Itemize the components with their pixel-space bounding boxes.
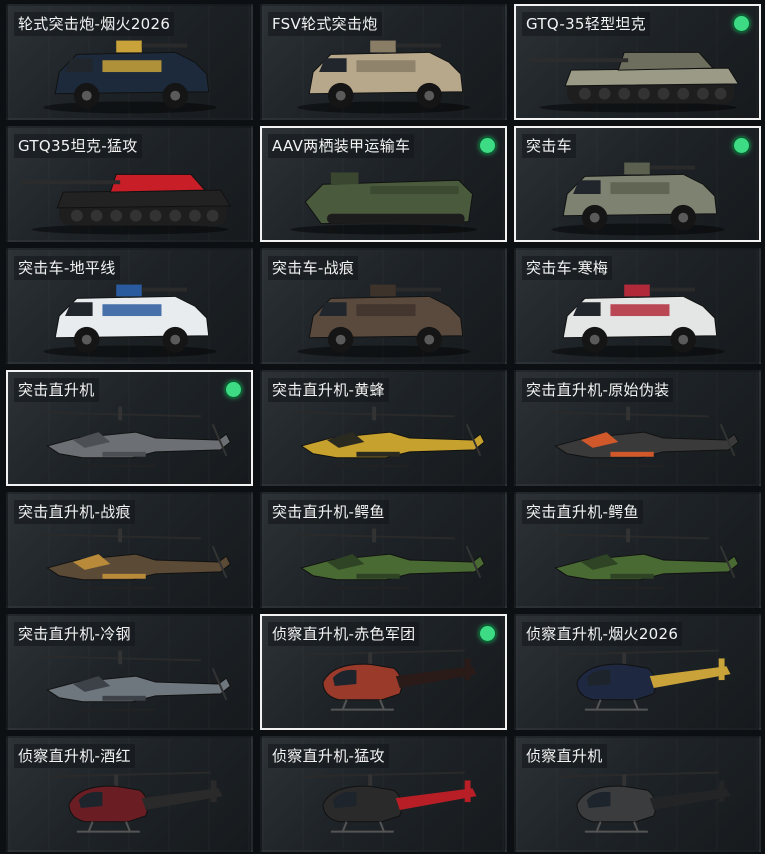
vehicle-card-8[interactable]: 突击车-战痕	[260, 248, 507, 364]
vehicle-name: 轮式突击炮-烟火2026	[14, 12, 175, 36]
vehicle-image	[43, 406, 231, 467]
vehicle-card-1[interactable]: 轮式突击炮-烟火2026	[6, 4, 253, 120]
vehicle-image	[551, 528, 739, 589]
vehicle-name: 侦察直升机-烟火2026	[522, 622, 683, 646]
vehicle-skin-grid: 轮式突击炮-烟火2026 FSV轮式突击炮 GTQ-35轻型坦克 GTQ35坦克…	[6, 4, 761, 852]
vehicle-card-19[interactable]: 侦察直升机-酒红	[6, 736, 253, 852]
vehicle-card-15[interactable]: 突击直升机-鳄鱼	[514, 492, 761, 608]
vehicle-card-4[interactable]: GTQ35坦克-猛攻	[6, 126, 253, 242]
equipped-indicator-icon	[226, 382, 241, 397]
vehicle-image	[551, 406, 739, 467]
vehicle-image	[297, 284, 471, 358]
vehicle-card-10[interactable]: 突击直升机	[6, 370, 253, 486]
vehicle-card-12[interactable]: 突击直升机-原始伪装	[514, 370, 761, 486]
vehicle-card-11[interactable]: 突击直升机-黄蜂	[260, 370, 507, 486]
vehicle-card-9[interactable]: 突击车-寒梅	[514, 248, 761, 364]
vehicle-name: 突击直升机-冷钢	[14, 622, 135, 646]
equipped-indicator-icon	[480, 138, 495, 153]
vehicle-name: AAV两栖装甲运输车	[268, 134, 415, 158]
vehicle-name: 突击车-寒梅	[522, 256, 613, 280]
vehicle-card-20[interactable]: 侦察直升机-猛攻	[260, 736, 507, 852]
vehicle-name: 突击直升机-鳄鱼	[522, 500, 643, 524]
vehicle-image	[49, 771, 223, 833]
vehicle-image	[303, 649, 477, 711]
vehicle-image	[297, 40, 471, 114]
vehicle-card-6[interactable]: 突击车	[514, 126, 761, 242]
equipped-indicator-icon	[734, 16, 749, 31]
vehicle-name: 突击直升机-战痕	[14, 500, 135, 524]
vehicle-image	[297, 528, 485, 589]
vehicle-image	[551, 162, 725, 236]
vehicle-name: 突击直升机-鳄鱼	[268, 500, 389, 524]
equipped-indicator-icon	[734, 138, 749, 153]
equipped-indicator-icon	[480, 626, 495, 641]
vehicle-name: 侦察直升机-猛攻	[268, 744, 389, 768]
vehicle-name: 突击直升机-黄蜂	[268, 378, 389, 402]
vehicle-card-16[interactable]: 突击直升机-冷钢	[6, 614, 253, 730]
vehicle-card-13[interactable]: 突击直升机-战痕	[6, 492, 253, 608]
vehicle-name: 突击直升机-原始伪装	[522, 378, 674, 402]
vehicle-name: 突击车-战痕	[268, 256, 359, 280]
vehicle-image	[21, 173, 232, 235]
vehicle-image	[290, 172, 478, 235]
vehicle-name: GTQ35坦克-猛攻	[14, 134, 142, 158]
vehicle-image	[297, 406, 485, 467]
vehicle-name: 突击车	[522, 134, 576, 158]
vehicle-name: 突击直升机	[14, 378, 99, 402]
vehicle-image	[43, 650, 231, 711]
vehicle-card-18[interactable]: 侦察直升机-烟火2026	[514, 614, 761, 730]
vehicle-image	[557, 771, 731, 833]
vehicle-card-2[interactable]: FSV轮式突击炮	[260, 4, 507, 120]
vehicle-image	[303, 771, 477, 833]
vehicle-card-5[interactable]: AAV两栖装甲运输车	[260, 126, 507, 242]
vehicle-card-7[interactable]: 突击车-地平线	[6, 248, 253, 364]
vehicle-image	[557, 649, 731, 711]
vehicle-name: FSV轮式突击炮	[268, 12, 382, 36]
vehicle-name: 突击车-地平线	[14, 256, 120, 280]
vehicle-image	[551, 284, 725, 358]
vehicle-card-3[interactable]: GTQ-35轻型坦克	[514, 4, 761, 120]
vehicle-name: 侦察直升机-赤色军团	[268, 622, 420, 646]
vehicle-name: 侦察直升机-酒红	[14, 744, 135, 768]
vehicle-image	[43, 284, 217, 358]
vehicle-name: GTQ-35轻型坦克	[522, 12, 650, 36]
vehicle-image	[43, 528, 231, 589]
vehicle-image	[529, 51, 740, 113]
vehicle-name: 侦察直升机	[522, 744, 607, 768]
vehicle-card-17[interactable]: 侦察直升机-赤色军团	[260, 614, 507, 730]
vehicle-card-21[interactable]: 侦察直升机	[514, 736, 761, 852]
vehicle-image	[43, 40, 217, 114]
vehicle-card-14[interactable]: 突击直升机-鳄鱼	[260, 492, 507, 608]
